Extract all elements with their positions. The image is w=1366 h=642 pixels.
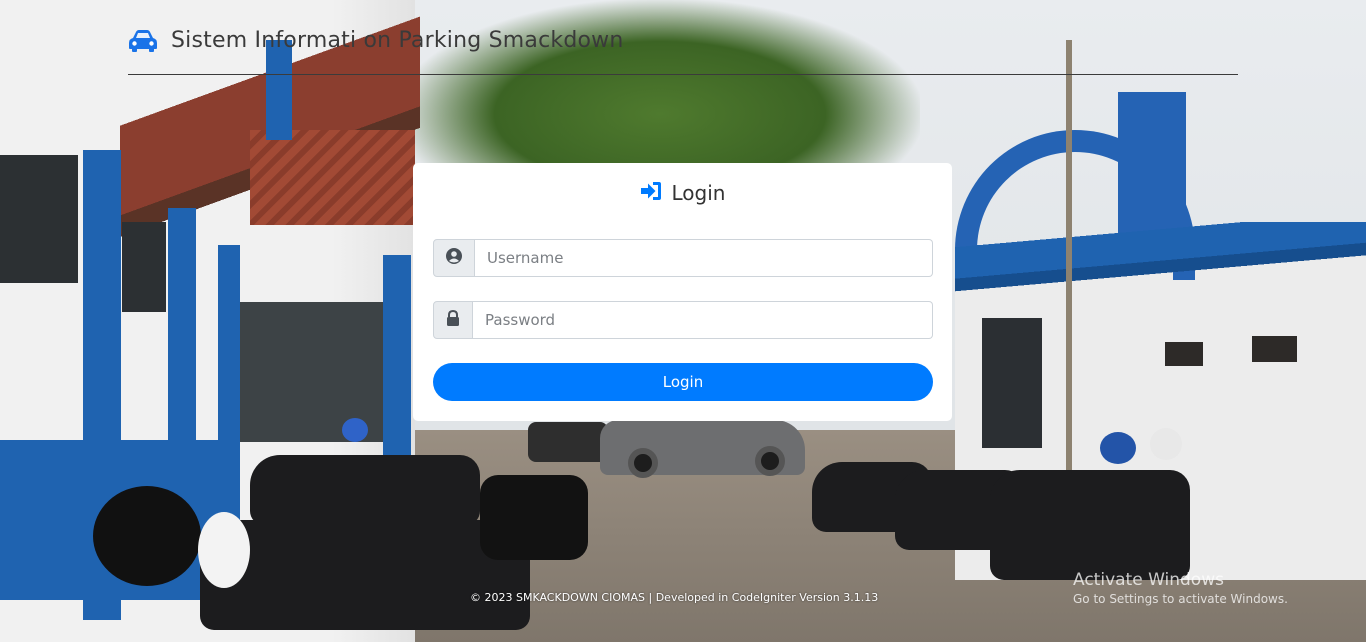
app-title: Sistem Informati on Parking Smackdown (171, 28, 624, 53)
login-card: Login Login (413, 163, 952, 421)
login-button[interactable]: Login (433, 363, 933, 401)
password-input[interactable] (473, 301, 933, 339)
password-addon (433, 301, 473, 339)
password-field (433, 301, 933, 339)
username-addon (433, 239, 475, 277)
footer-text: © 2023 SMKACKDOWN CIOMAS | Developed in … (470, 591, 879, 604)
activate-windows-subtitle: Go to Settings to activate Windows. (1073, 592, 1288, 606)
activate-windows-watermark: Activate Windows Go to Settings to activ… (1073, 570, 1288, 606)
username-field (433, 239, 933, 277)
car-icon (127, 29, 159, 53)
username-input[interactable] (475, 239, 933, 277)
login-card-header: Login (413, 181, 952, 205)
header-divider (128, 74, 1238, 75)
user-circle-icon (446, 248, 462, 268)
login-title: Login (671, 181, 726, 205)
sign-in-icon (640, 181, 662, 205)
activate-windows-title: Activate Windows (1073, 570, 1224, 590)
lock-icon (446, 309, 460, 330)
brand: Sistem Informati on Parking Smackdown (127, 28, 624, 53)
